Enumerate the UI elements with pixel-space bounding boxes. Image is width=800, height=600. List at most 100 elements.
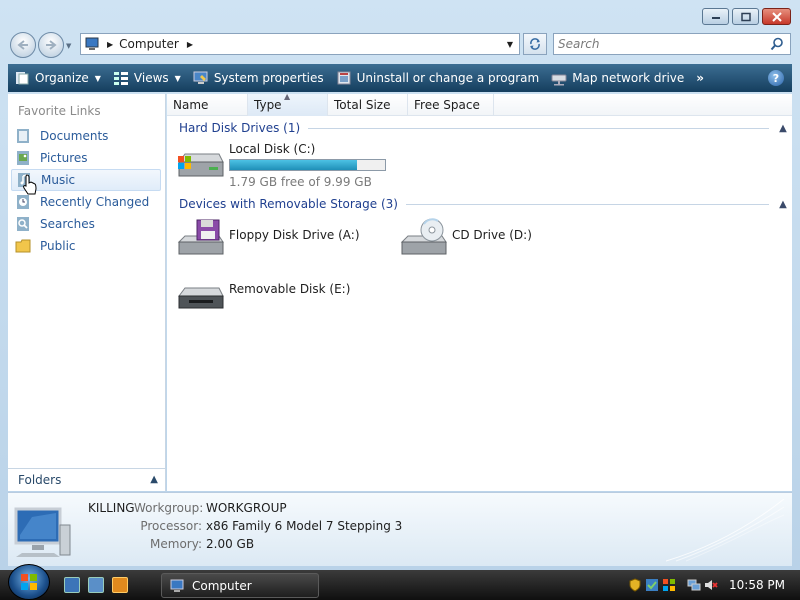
maximize-icon [740, 12, 751, 21]
uninstall-program-button[interactable]: Uninstall or change a program [330, 64, 546, 92]
back-arrow-icon [17, 40, 28, 50]
floppy-drive-icon [177, 219, 224, 255]
refresh-button[interactable] [523, 33, 547, 55]
address-bar[interactable]: ▶ Computer ▶ ▼ [80, 33, 520, 55]
title-bar [0, 0, 800, 30]
computer-icon [14, 507, 71, 557]
breadcrumb-arrow-icon[interactable]: ▶ [187, 40, 193, 49]
search-box[interactable] [553, 33, 791, 55]
memory-row: Memory: 2.00 GB [150, 537, 255, 551]
disk-usage-bar [229, 159, 386, 171]
clock[interactable]: 10:58 PM [729, 578, 785, 592]
drive-removable-e[interactable]: Removable Disk (E:) [175, 278, 350, 318]
drive-floppy-a[interactable]: Floppy Disk Drive (A:) [175, 218, 360, 258]
sidebar-item-searches[interactable]: Searches [11, 213, 161, 235]
forward-arrow-icon [46, 40, 57, 50]
sidebar-item-public[interactable]: Public [11, 235, 161, 257]
system-properties-button[interactable]: System properties [187, 64, 330, 92]
switch-windows-icon[interactable] [88, 577, 104, 593]
sidebar-item-documents[interactable]: Documents [11, 125, 161, 147]
group-hard-disk-drives[interactable]: Hard Disk Drives (1) ▲ [179, 120, 789, 136]
group-divider [405, 203, 769, 205]
command-bar: Organize ▼ Views ▼ System properties Unins… [8, 64, 792, 92]
recent-pages-dropdown[interactable]: ▼ [66, 42, 71, 50]
search-icon[interactable] [770, 37, 784, 51]
search-input[interactable] [558, 37, 758, 51]
drive-local-disk-c[interactable]: Local Disk (C:) 1.79 GB free of 9.99 GB [175, 142, 386, 189]
column-free-space[interactable]: Free Space [408, 94, 494, 116]
group-removable-storage[interactable]: Devices with Removable Storage (3) ▲ [179, 196, 789, 212]
maximize-button[interactable] [732, 8, 759, 25]
views-button[interactable]: Views ▼ [107, 64, 187, 92]
drive-name: CD Drive (D:) [452, 228, 532, 242]
refresh-icon [530, 38, 540, 50]
collapse-group-icon[interactable]: ▲ [777, 123, 789, 134]
sidebar-item-pictures[interactable]: Pictures [11, 147, 161, 169]
security-center-icon[interactable] [662, 578, 676, 592]
map-network-drive-button[interactable]: Map network drive [545, 64, 690, 92]
organize-icon [16, 72, 29, 85]
removable-disk-icon [178, 287, 224, 309]
windows-logo-icon [21, 574, 37, 590]
content-pane: Name ▲ Type Total Size Free Space Hard D… [167, 92, 792, 491]
show-desktop-icon[interactable] [64, 577, 80, 593]
system-properties-icon [193, 71, 208, 84]
cd-drive-icon [400, 218, 447, 255]
column-type[interactable]: ▲ Type [248, 92, 328, 116]
organize-button[interactable]: Organize ▼ [8, 64, 107, 92]
taskbar: Computer 10:58 PM [0, 564, 800, 600]
address-location[interactable]: Computer [119, 37, 179, 51]
column-name[interactable]: Name [167, 94, 248, 116]
address-dropdown-icon[interactable]: ▼ [507, 40, 513, 49]
minimize-icon [711, 16, 720, 19]
close-icon [771, 11, 782, 22]
taskbar-item-computer[interactable]: Computer [161, 573, 319, 598]
more-commands-button[interactable]: » [690, 64, 710, 92]
help-button[interactable]: ? [768, 70, 784, 86]
hand-cursor-icon [23, 174, 37, 195]
views-icon [113, 72, 128, 85]
public-folder-icon [15, 239, 31, 253]
sort-ascending-icon: ▲ [284, 92, 291, 101]
folders-toggle[interactable]: Folders ▲ [8, 468, 166, 491]
breadcrumb-arrow-icon[interactable]: ▶ [107, 40, 113, 49]
drive-name: Floppy Disk Drive (A:) [229, 228, 360, 242]
forward-button[interactable] [38, 32, 64, 58]
drive-cd-d[interactable]: CD Drive (D:) [398, 218, 532, 258]
processor-row: Processor: x86 Family 6 Model 7 Stepping … [140, 519, 403, 533]
group-divider [308, 127, 769, 129]
volume-muted-icon[interactable] [704, 578, 718, 592]
chevron-up-icon: ▲ [150, 474, 158, 485]
column-headers: Name ▲ Type Total Size Free Space [167, 92, 792, 116]
close-button[interactable] [762, 8, 791, 25]
decorative-swoosh [666, 499, 785, 562]
views-dropdown-icon: ▼ [174, 73, 181, 83]
computer-name: KILLING [88, 501, 135, 515]
pictures-icon [17, 151, 29, 165]
security-shield-icon[interactable] [628, 578, 642, 592]
windows-update-icon[interactable] [645, 578, 659, 592]
minimize-button[interactable] [702, 8, 729, 25]
drive-name: Local Disk (C:) [229, 142, 316, 156]
explorer-window: ▼ ▶ Computer ▶ ▼ Search Organize ▼ Views… [0, 0, 800, 570]
workgroup-row: Workgroup: WORKGROUP [134, 501, 287, 515]
system-tray: 10:58 PM [628, 573, 800, 597]
navigation-bar: ▼ ▶ Computer ▶ ▼ [0, 30, 800, 60]
hard-disk-icon [178, 153, 224, 177]
drive-name: Removable Disk (E:) [229, 282, 351, 296]
media-player-icon[interactable] [112, 577, 128, 593]
drive-free-space: 1.79 GB free of 9.99 GB [229, 175, 372, 189]
column-total-size[interactable]: Total Size [328, 94, 408, 116]
start-button[interactable] [8, 564, 50, 600]
network-icon[interactable] [687, 578, 701, 592]
computer-small-icon [170, 579, 184, 592]
back-button[interactable] [10, 32, 36, 58]
recently-changed-icon [17, 195, 29, 209]
collapse-group-icon[interactable]: ▲ [777, 199, 789, 210]
uninstall-program-icon [337, 71, 351, 85]
documents-icon [17, 129, 29, 143]
network-drive-icon [551, 74, 567, 86]
folders-label: Folders [18, 473, 62, 487]
details-pane: KILLING Workgroup: WORKGROUP Processor: x8… [8, 492, 792, 566]
computer-small-icon [85, 37, 99, 50]
